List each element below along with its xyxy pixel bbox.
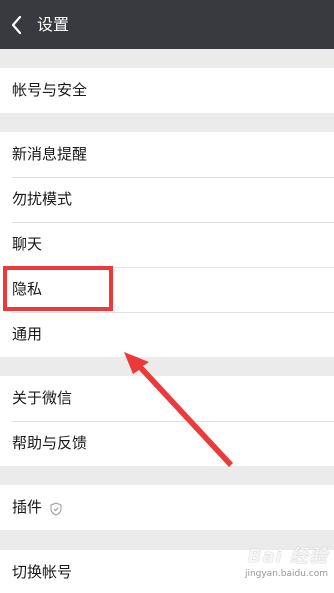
- annotation-highlight-box: [3, 266, 113, 311]
- settings-item-chats[interactable]: 聊天: [0, 222, 334, 267]
- settings-group-account: 帐号与安全: [0, 68, 334, 113]
- settings-item-label: 帐号与安全: [12, 81, 88, 99]
- settings-group-about: 关于微信 帮助与反馈: [0, 376, 334, 466]
- settings-item-label: 勿扰模式: [12, 190, 73, 208]
- shield-icon: [50, 502, 62, 516]
- settings-item-label: 聊天: [12, 235, 43, 253]
- settings-item-label: 切换帐号: [12, 563, 73, 581]
- settings-item-help-feedback[interactable]: 帮助与反馈: [0, 421, 334, 466]
- settings-item-about-wechat[interactable]: 关于微信: [0, 376, 334, 421]
- settings-item-account-security[interactable]: 帐号与安全: [0, 68, 334, 113]
- watermark: Bai 经验 jingyan.baidu.com: [204, 540, 334, 593]
- page-title: 设置: [37, 15, 70, 34]
- chevron-left-icon: [11, 15, 22, 35]
- settings-item-general[interactable]: 通用: [0, 312, 334, 357]
- settings-item-plugins[interactable]: 插件: [0, 485, 334, 530]
- settings-item-label: 新消息提醒: [12, 145, 88, 163]
- settings-item-label: 插件: [12, 498, 43, 516]
- watermark-logo-text: Bai 经验: [247, 546, 328, 567]
- back-button[interactable]: [4, 9, 32, 41]
- settings-group-plugins: 插件: [0, 485, 334, 530]
- settings-group-general: 新消息提醒 勿扰模式 聊天 隐私 通用: [0, 132, 334, 357]
- settings-item-do-not-disturb[interactable]: 勿扰模式: [0, 177, 334, 222]
- watermark-url: jingyan.baidu.com: [244, 569, 328, 579]
- settings-item-new-message-alerts[interactable]: 新消息提醒: [0, 132, 334, 177]
- settings-screen: 设置 帐号与安全 新消息提醒 勿扰模式 聊天 隐私 通用 关于微信 帮助与反馈: [0, 0, 334, 593]
- settings-item-label: 关于微信: [12, 389, 73, 407]
- settings-item-label: 帮助与反馈: [12, 434, 88, 452]
- top-bar: 设置: [0, 0, 334, 49]
- settings-item-label: 通用: [12, 325, 43, 343]
